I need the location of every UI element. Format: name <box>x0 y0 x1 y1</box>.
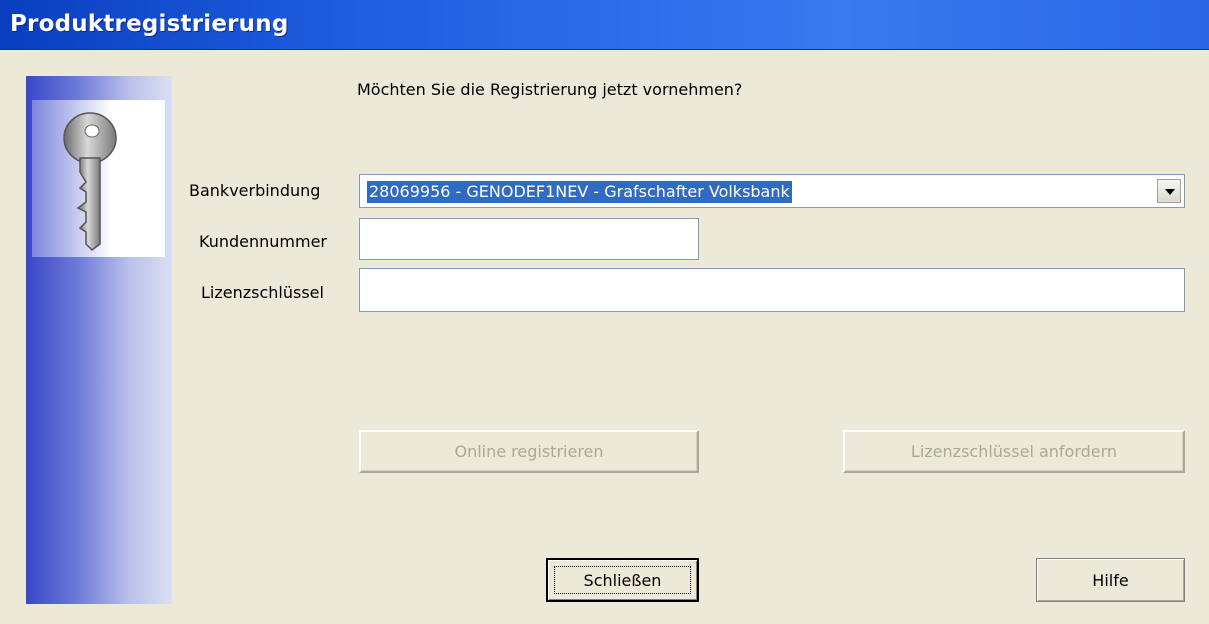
license-key-label: Lizenzschlüssel <box>201 283 324 302</box>
request-license-button[interactable]: Lizenzschlüssel anfordern <box>843 430 1185 473</box>
register-online-button[interactable]: Online registrieren <box>359 430 699 473</box>
customer-number-label: Kundennummer <box>199 232 327 251</box>
registration-dialog: Produktregistrierung Möchten Sie die Reg… <box>0 0 1209 624</box>
customer-number-input[interactable] <box>359 218 699 260</box>
bank-dropdown-value: 28069956 - GENODEF1NEV - Grafschafter Vo… <box>367 181 792 203</box>
registration-prompt: Möchten Sie die Registrierung jetzt vorn… <box>357 80 743 99</box>
chevron-down-icon[interactable] <box>1157 179 1181 203</box>
title-bar[interactable]: Produktregistrierung <box>0 0 1209 50</box>
window-title: Produktregistrierung <box>10 11 289 37</box>
help-button[interactable]: Hilfe <box>1036 558 1185 602</box>
bank-dropdown[interactable]: 28069956 - GENODEF1NEV - Grafschafter Vo… <box>359 174 1185 208</box>
license-key-input[interactable] <box>359 268 1185 312</box>
key-icon <box>63 112 117 251</box>
bank-label: Bankverbindung <box>189 181 321 200</box>
close-button[interactable]: Schließen <box>546 558 699 602</box>
close-button-label: Schließen <box>583 570 662 590</box>
